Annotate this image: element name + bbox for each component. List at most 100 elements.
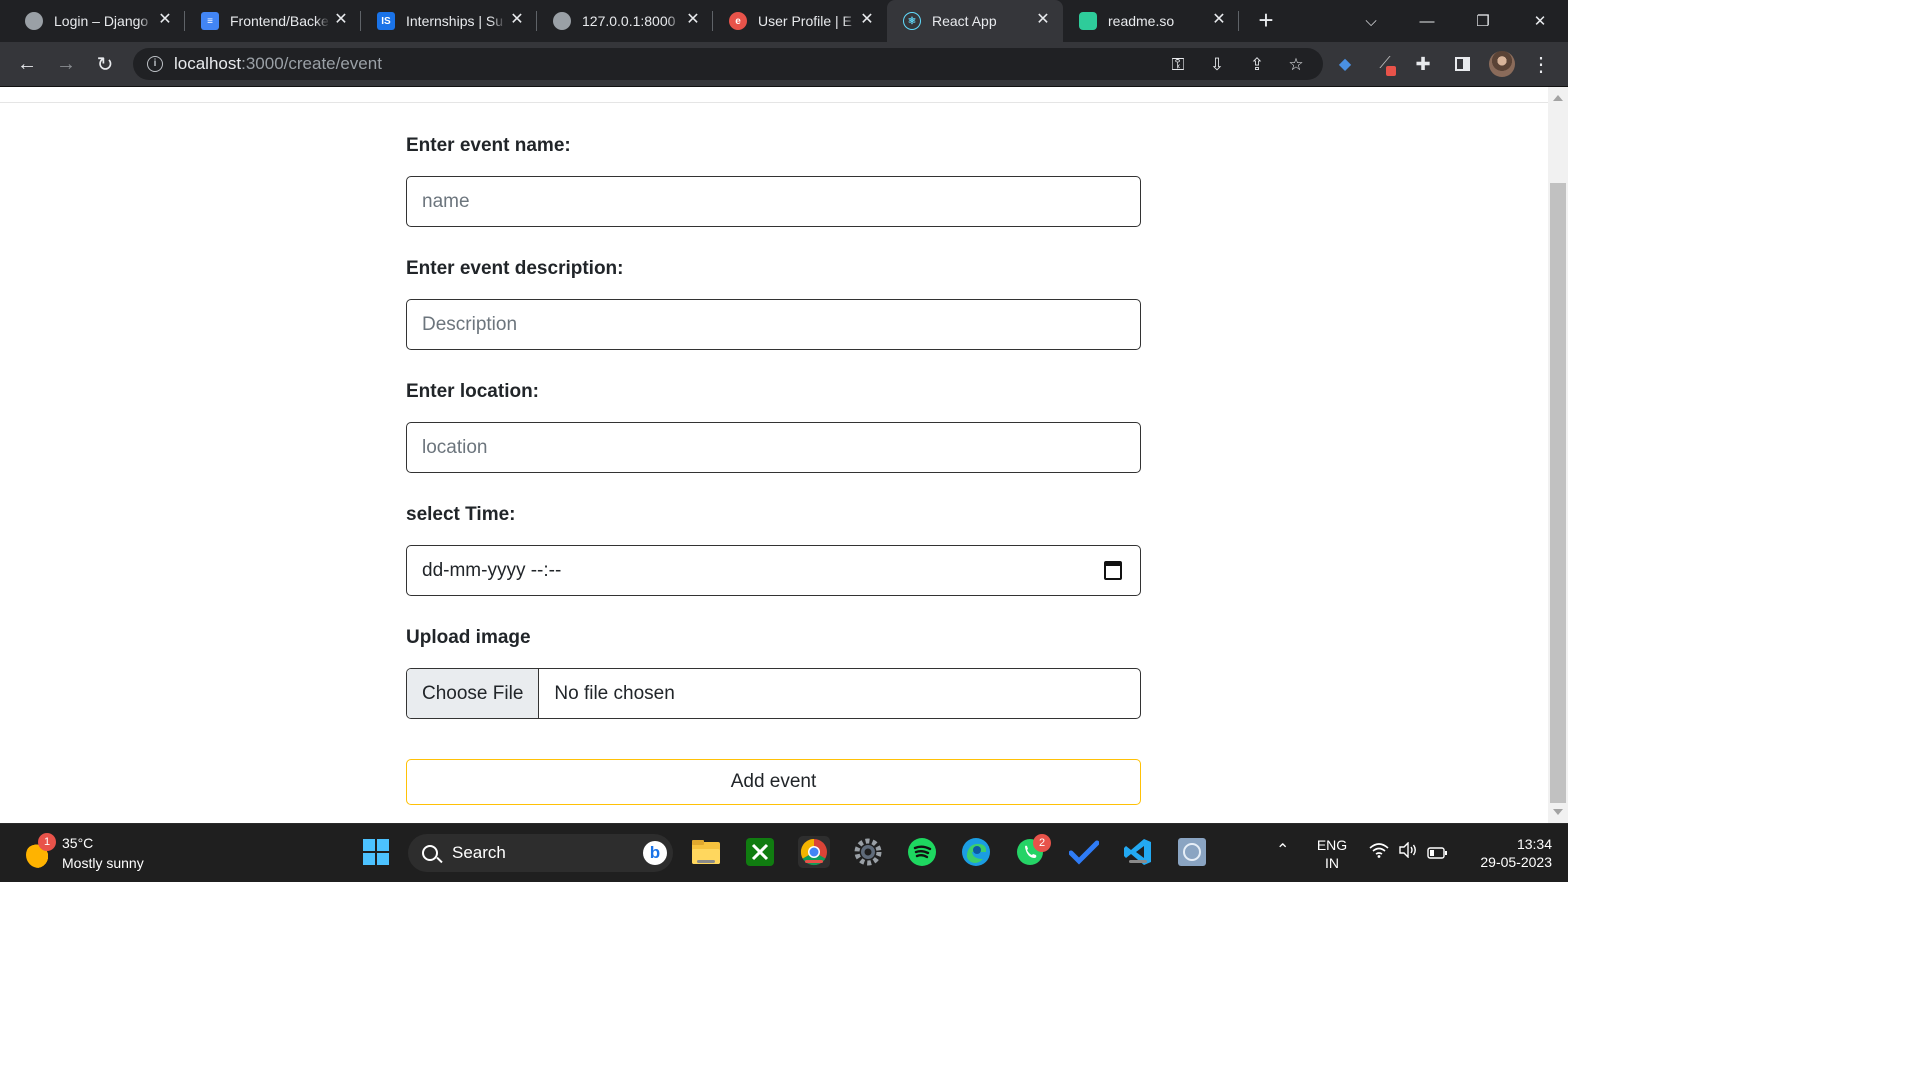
side-panel-icon[interactable] (1449, 51, 1475, 77)
settings-gear-icon[interactable] (852, 836, 884, 868)
search-icon (422, 845, 438, 861)
show-hidden-icons-chevron-icon[interactable]: ⌃ (1276, 842, 1289, 860)
weather-description[interactable]: Mostly sunny (62, 855, 144, 871)
spotify-icon[interactable] (906, 836, 938, 868)
globe-icon (553, 12, 571, 30)
close-icon[interactable]: ✕ (685, 12, 701, 28)
scroll-up-arrow-icon[interactable] (1553, 95, 1563, 101)
page-viewport: Enter event name: Enter event descriptio… (0, 87, 1548, 823)
file-explorer-icon[interactable] (690, 836, 722, 868)
wifi-icon[interactable] (1369, 842, 1389, 863)
tab-title: User Profile | E (758, 13, 852, 29)
more-menu-icon[interactable]: ⋮ (1528, 51, 1554, 77)
volume-icon[interactable] (1398, 841, 1418, 862)
calendar-icon[interactable] (1104, 561, 1122, 580)
chrome-icon[interactable] (798, 836, 830, 868)
bing-icon[interactable]: b (643, 841, 667, 865)
event-name-input[interactable] (406, 176, 1141, 227)
install-app-icon[interactable]: ⇩ (1206, 54, 1228, 76)
extension-diamond-icon[interactable]: ◆ (1332, 51, 1358, 77)
url-path: :3000/create/event (241, 54, 382, 73)
taskbar-search[interactable]: Search b (408, 834, 673, 872)
tab-frontend-backend[interactable]: ≡ Frontend/Backend ✕ (185, 0, 361, 42)
vscode-icon[interactable] (1122, 836, 1154, 868)
event-name-label: Enter event name: (406, 135, 571, 156)
windows-start-icon[interactable] (360, 836, 392, 868)
is-icon: IS (377, 12, 395, 30)
time-label: select Time: (406, 504, 516, 525)
upload-image-label: Upload image (406, 627, 531, 648)
restore-icon[interactable]: ❐ (1455, 0, 1511, 42)
tab-user-profile[interactable]: e User Profile | E ✕ (713, 0, 887, 42)
minimize-icon[interactable]: — (1399, 0, 1455, 42)
tab-title: Internships | Su (406, 13, 504, 29)
tab-title: Login – Django (54, 13, 149, 29)
close-icon[interactable]: ✕ (333, 12, 349, 28)
add-event-button[interactable]: Add event (406, 759, 1141, 805)
tab-title: readme.so (1108, 13, 1175, 29)
running-indicator (697, 860, 715, 863)
tab-search-chevron-icon[interactable]: ⌵ (1343, 0, 1399, 42)
weather-badge: 1 (38, 833, 56, 851)
tab-title: Frontend/Backend (230, 13, 330, 29)
browser-toolbar: ← → ↻ i localhost:3000/create/event ⚿ ⇩ … (0, 42, 1568, 87)
site-info-icon[interactable]: i (147, 56, 163, 72)
close-icon[interactable]: ✕ (859, 12, 875, 28)
close-window-icon[interactable]: ✕ (1512, 0, 1568, 42)
running-indicator (1129, 860, 1147, 863)
datetime-input[interactable]: dd-mm-yyyy --:-- (406, 545, 1141, 596)
edge-icon[interactable] (960, 836, 992, 868)
location-input[interactable] (406, 422, 1141, 473)
scroll-down-arrow-icon[interactable] (1553, 809, 1563, 815)
app-window-icon[interactable] (1176, 836, 1208, 868)
clock-time: 13:34 (1516, 836, 1552, 852)
tab-title: React App (932, 13, 997, 29)
close-icon[interactable]: ✕ (157, 12, 173, 28)
key-icon[interactable]: ⚿ (1167, 54, 1189, 76)
todo-check-icon[interactable] (1068, 836, 1100, 868)
extensions-puzzle-icon[interactable]: ✚ (1410, 51, 1436, 77)
battery-icon[interactable] (1427, 845, 1447, 863)
e-icon: e (729, 12, 747, 30)
file-input[interactable]: Choose File No file chosen (406, 668, 1141, 719)
back-arrow-icon[interactable]: ← (14, 51, 40, 77)
divider (0, 102, 1548, 103)
tab-localhost-8000[interactable]: 127.0.0.1:8000 ✕ (537, 0, 713, 42)
tab-readme-so[interactable]: readme.so ✕ (1063, 0, 1239, 42)
running-indicator (805, 860, 823, 863)
forward-arrow-icon[interactable]: → (53, 51, 79, 77)
close-icon[interactable]: ✕ (1035, 12, 1051, 28)
address-bar[interactable]: i localhost:3000/create/event ⚿ ⇩ ⇪ ☆ (133, 48, 1323, 80)
datetime-value: dd-mm-yyyy --:-- (422, 559, 562, 581)
close-icon[interactable]: ✕ (509, 12, 525, 28)
new-tab-plus-icon[interactable]: + (1253, 7, 1279, 34)
language-indicator[interactable]: ENG IN (1310, 836, 1354, 872)
tab-login-django[interactable]: Login – Django ✕ (0, 0, 185, 42)
tab-internships[interactable]: IS Internships | Su ✕ (361, 0, 537, 42)
whatsapp-badge: 2 (1033, 834, 1051, 852)
close-icon[interactable]: ✕ (1211, 12, 1227, 28)
url-host: localhost (174, 54, 242, 73)
event-description-input[interactable] (406, 299, 1141, 350)
extension-pen-icon[interactable]: ⟋ (1372, 51, 1398, 77)
react-icon: ⚛ (903, 12, 921, 30)
readme-icon (1079, 12, 1097, 30)
system-clock[interactable]: 13:34 29-05-2023 (1462, 835, 1552, 871)
page-scrollbar[interactable] (1548, 87, 1568, 823)
bookmark-star-icon[interactable]: ☆ (1285, 54, 1307, 76)
tab-react-app[interactable]: ⚛ React App ✕ (887, 0, 1063, 42)
reload-icon[interactable]: ↻ (92, 51, 118, 77)
event-description-label: Enter event description: (406, 258, 624, 279)
scroll-thumb[interactable] (1550, 183, 1566, 803)
tab-separator (1238, 11, 1239, 31)
weather-temp[interactable]: 35°C (62, 835, 93, 851)
language-code: ENG (1316, 837, 1348, 853)
xbox-icon[interactable] (744, 836, 776, 868)
choose-file-button[interactable]: Choose File (407, 669, 540, 718)
share-icon[interactable]: ⇪ (1246, 54, 1268, 76)
docs-icon: ≡ (201, 12, 219, 30)
browser-tab-strip: Login – Django ✕ ≡ Frontend/Backend ✕ IS… (0, 0, 1568, 42)
profile-avatar[interactable] (1489, 51, 1515, 77)
tab-title: 127.0.0.1:8000 (582, 13, 676, 29)
globe-icon (25, 12, 43, 30)
